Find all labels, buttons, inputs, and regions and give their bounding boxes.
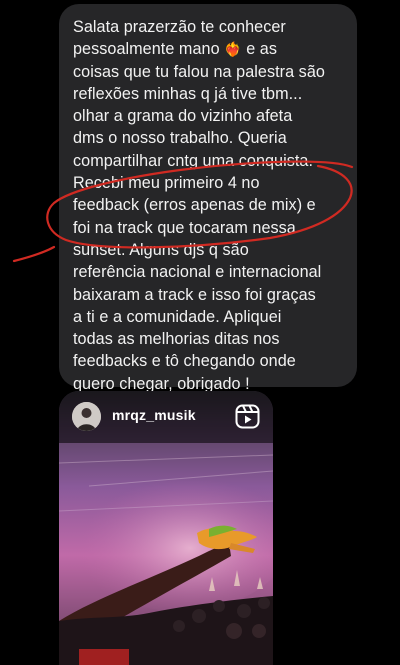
reel-header: mrqz_musik — [59, 391, 273, 441]
message-text: Salata prazerzão te conhecer pessoalment… — [73, 18, 325, 393]
avatar[interactable] — [72, 402, 101, 431]
reel-username[interactable]: mrqz_musik — [112, 407, 196, 423]
instagram-reels-icon — [235, 404, 260, 429]
received-message-bubble[interactable]: Salata prazerzão te conhecer pessoalment… — [59, 4, 357, 393]
dm-conversation: Salata prazerzão te conhecer pessoalment… — [0, 0, 400, 665]
shared-reel-card[interactable]: mrqz_musik — [59, 391, 273, 665]
heart-on-fire-emoji-icon: ❤️‍🔥 — [224, 41, 242, 58]
